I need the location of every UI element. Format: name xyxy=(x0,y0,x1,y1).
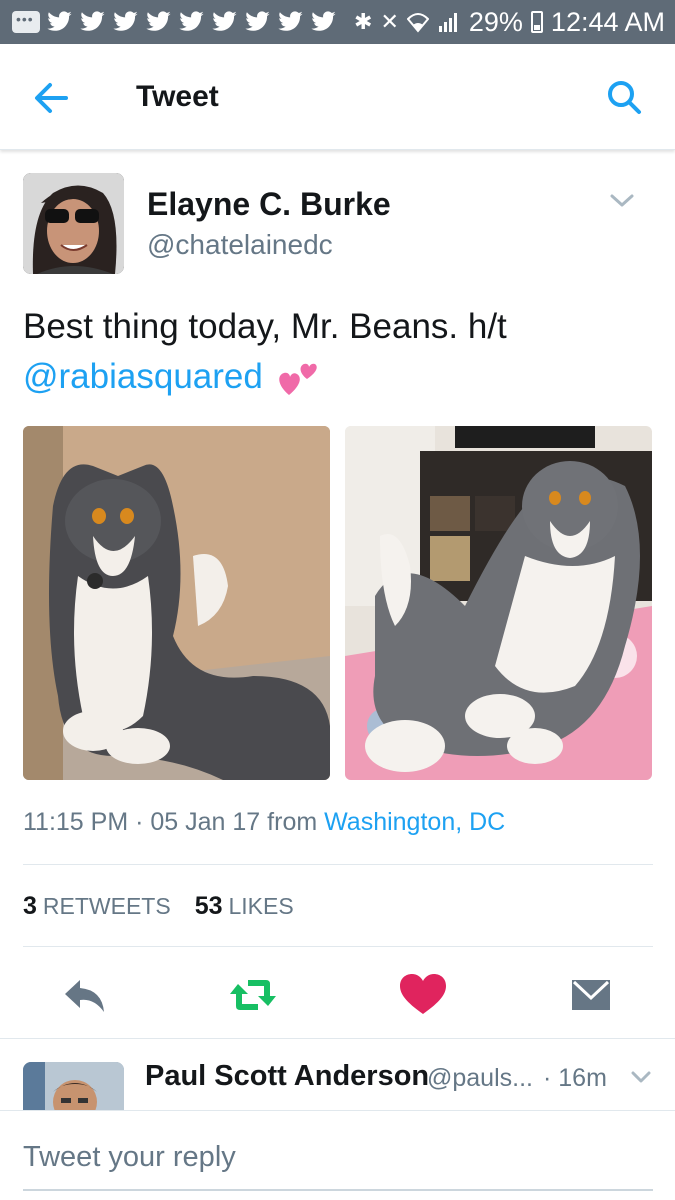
message-icon xyxy=(12,11,40,33)
direct-message-icon[interactable] xyxy=(566,970,616,1020)
reply-compose-bar xyxy=(0,1110,675,1200)
search-icon[interactable] xyxy=(603,76,647,120)
tweet-text-body: Best thing today, Mr. Beans. h/t xyxy=(23,307,507,346)
author-handle[interactable]: @chatelainedc xyxy=(147,229,333,261)
tweet-actions xyxy=(0,960,675,1030)
chevron-down-icon[interactable] xyxy=(607,188,637,212)
twitter-bird-icon xyxy=(146,11,171,31)
reply-author-handle[interactable]: @pauls... xyxy=(427,1064,533,1093)
retweets-label: RETWEETS xyxy=(42,893,171,919)
reply-icon[interactable] xyxy=(60,970,110,1020)
divider xyxy=(0,1038,675,1039)
twitter-bird-icon xyxy=(113,11,138,31)
battery-percent: 29% xyxy=(468,6,523,37)
two-hearts-emoji xyxy=(278,363,317,395)
mention-link[interactable]: @rabiasquared xyxy=(23,357,263,396)
location-link[interactable]: Washington, DC xyxy=(324,808,505,836)
like-heart-icon[interactable] xyxy=(398,970,448,1020)
app-bar: Tweet xyxy=(0,44,675,150)
chevron-down-icon[interactable] xyxy=(629,1066,653,1088)
twitter-bird-icon xyxy=(311,11,336,31)
reply-author-name[interactable]: Paul Scott Anderson xyxy=(145,1060,429,1093)
signal-icon xyxy=(438,13,457,32)
engagement-stats: 3 RETWEETS 53 LIKES xyxy=(23,892,294,921)
clock: 12:44 AM xyxy=(550,6,665,37)
twitter-bird-icon xyxy=(212,11,237,31)
arrow-left-icon[interactable] xyxy=(30,78,74,118)
likes-label: LIKES xyxy=(228,893,294,919)
mute-icon: ✕ xyxy=(380,9,399,34)
twitter-bird-icon xyxy=(245,11,270,31)
tweet-text: Best thing today, Mr. Beans. h/t @rabias… xyxy=(23,302,643,402)
meta-separator: · xyxy=(135,808,144,836)
reply-time: · 16m xyxy=(543,1064,607,1092)
notification-icons xyxy=(12,11,337,33)
tweet-date: 05 Jan 17 xyxy=(150,808,261,836)
reply-input[interactable] xyxy=(23,1137,643,1177)
system-status: ✱ ✕ 29% 12:44 AM xyxy=(354,7,665,38)
divider xyxy=(23,946,653,947)
divider xyxy=(23,864,653,865)
input-underline xyxy=(23,1189,653,1191)
page-title: Tweet xyxy=(136,80,219,113)
twitter-bird-icon xyxy=(80,11,105,31)
author-name[interactable]: Elayne C. Burke xyxy=(147,186,391,223)
likes-stat[interactable]: 53 LIKES xyxy=(195,892,294,921)
from-label: from xyxy=(267,808,318,836)
retweets-count: 3 xyxy=(23,892,37,920)
twitter-bird-icon xyxy=(47,11,72,31)
tweet-time: 11:15 PM xyxy=(23,808,129,836)
battery-icon xyxy=(530,11,543,33)
retweets-stat[interactable]: 3 RETWEETS xyxy=(23,892,171,921)
tweet-timestamp: 11:15 PM · 05 Jan 17 from Washington, DC xyxy=(23,808,505,837)
retweet-icon[interactable] xyxy=(228,970,278,1020)
author-avatar[interactable] xyxy=(23,173,124,274)
wifi-icon xyxy=(406,13,429,33)
reply-avatar[interactable] xyxy=(23,1062,124,1110)
status-bar: ✱ ✕ 29% 12:44 AM xyxy=(0,0,675,44)
likes-count: 53 xyxy=(194,892,223,920)
bluetooth-icon: ✱ xyxy=(354,9,373,34)
twitter-bird-icon xyxy=(179,11,204,31)
twitter-bird-icon xyxy=(278,11,303,31)
cat-photo-sitting[interactable] xyxy=(23,426,330,780)
cat-photo-on-blanket[interactable] xyxy=(345,426,652,780)
